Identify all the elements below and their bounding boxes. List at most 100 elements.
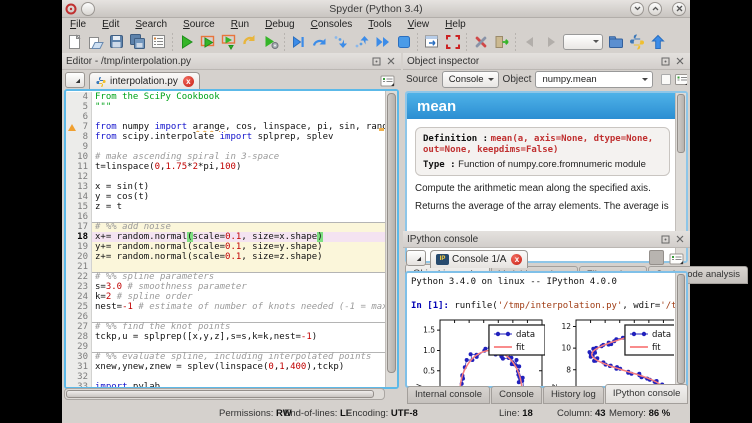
back-button[interactable] — [519, 32, 540, 52]
close-tab-icon[interactable]: x — [183, 76, 194, 87]
menu-search[interactable]: Search — [127, 19, 175, 30]
code-line-14[interactable]: 14y = cos(t) — [66, 192, 385, 202]
code-line-15[interactable]: 15z = t — [66, 202, 385, 212]
code-line-21[interactable]: 21 — [66, 262, 385, 272]
menu-help[interactable]: Help — [437, 19, 474, 30]
editor-options-icon[interactable] — [379, 74, 397, 87]
run-button[interactable] — [176, 32, 197, 52]
menu-run[interactable]: Run — [223, 19, 257, 30]
editor-vertical-scrollbar[interactable] — [385, 91, 397, 387]
code-line-6[interactable]: 6 — [66, 112, 385, 122]
code-line-9[interactable]: 9 — [66, 142, 385, 152]
titlebar[interactable]: Spyder (Python 3.4) — [62, 0, 690, 18]
code-line-13[interactable]: 13x = sin(t) — [66, 182, 385, 192]
code-line-18[interactable]: 18x+= random.normal(scale=0.1, size=x.sh… — [66, 232, 385, 242]
tab-console[interactable]: Console — [491, 386, 542, 404]
tab-internal-console[interactable]: Internal console — [407, 386, 490, 404]
menu-file[interactable]: File — [62, 19, 94, 30]
code-line-27[interactable]: 27# %% find the knot points — [66, 322, 385, 332]
console-dir-button[interactable] — [626, 32, 647, 52]
show-source-icon[interactable] — [660, 74, 672, 86]
browse-tabs-button[interactable] — [406, 250, 426, 266]
run-cell-button[interactable] — [197, 32, 218, 52]
run-cell-advance-button[interactable] — [218, 32, 239, 52]
debug-button[interactable] — [288, 32, 309, 52]
stop-button[interactable] — [393, 32, 414, 52]
step-out-button[interactable] — [351, 32, 372, 52]
open-file-button[interactable] — [85, 32, 106, 52]
console-dock-tabs: Internal consoleConsoleHistory logIPytho… — [403, 388, 690, 404]
menu-edit[interactable]: Edit — [94, 19, 127, 30]
code-line-4[interactable]: 4From the SciPy Cookbook — [66, 92, 385, 102]
console-options-icon[interactable] — [668, 252, 686, 265]
console-tab[interactable]: IP Console 1/A x — [430, 250, 528, 268]
code-line-30[interactable]: 30# %% evaluate spline, including interp… — [66, 352, 385, 362]
run-config-button[interactable] — [260, 32, 281, 52]
close-button[interactable] — [672, 2, 686, 16]
undock-icon[interactable] — [370, 55, 382, 67]
working-directory-combo[interactable] — [563, 34, 603, 50]
editor-tab[interactable]: interpolation.py x — [89, 72, 200, 90]
new-file-button[interactable] — [64, 32, 85, 52]
close-panel-icon[interactable] — [674, 55, 686, 67]
options-menu-icon[interactable] — [675, 74, 687, 86]
source-combobox[interactable]: Console — [442, 71, 499, 88]
close-panel-icon[interactable] — [385, 55, 397, 67]
preferences-button[interactable] — [470, 32, 491, 52]
rerun-cell-button[interactable] — [239, 32, 260, 52]
close-tab-icon[interactable]: x — [511, 254, 522, 265]
object-combobox[interactable]: numpy.mean — [535, 71, 653, 88]
console-output[interactable]: Python 3.4.0 on linux -- IPython 4.0.0In… — [405, 271, 688, 388]
close-panel-icon[interactable] — [674, 233, 686, 245]
code-line-26[interactable]: 26 — [66, 312, 385, 322]
maximize-pane-button[interactable] — [421, 32, 442, 52]
line-number: 24 — [66, 292, 92, 302]
browse-tabs-button[interactable] — [65, 72, 85, 88]
code-line-8[interactable]: 8from scipy.interpolate import splprep, … — [66, 132, 385, 142]
shade-button[interactable] — [81, 2, 95, 16]
code-editor[interactable]: 4From the SciPy Cookbook5"""67from numpy… — [64, 89, 399, 389]
editor-horizontal-scrollbar[interactable] — [64, 388, 385, 400]
undock-icon[interactable] — [659, 233, 671, 245]
code-line-22[interactable]: 22# %% spline parameters — [66, 272, 385, 282]
file-switcher-button[interactable] — [148, 32, 169, 52]
code-line-25[interactable]: 25nest=-1 # estimate of number of knots … — [66, 302, 385, 312]
code-line-29[interactable]: 29 — [66, 342, 385, 352]
code-line-32[interactable]: 32 — [66, 372, 385, 382]
code-line-7[interactable]: 7from numpy import arange, cos, linspace… — [66, 122, 385, 132]
menu-tools[interactable]: Tools — [360, 19, 399, 30]
code-line-5[interactable]: 5""" — [66, 102, 385, 112]
code-line-12[interactable]: 12 — [66, 172, 385, 182]
code-line-19[interactable]: 19y+= random.normal(scale=0.1, size=y.sh… — [66, 242, 385, 252]
menu-debug[interactable]: Debug — [257, 19, 302, 30]
code-line-31[interactable]: 31xnew,ynew,znew = splev(linspace(0,1,40… — [66, 362, 385, 372]
code-line-24[interactable]: 24k=2 # spline order — [66, 292, 385, 302]
tab-ipython-console[interactable]: IPython console — [605, 384, 689, 404]
tab-history-log[interactable]: History log — [543, 386, 604, 404]
step-over-button[interactable] — [309, 32, 330, 52]
console-scrollbar[interactable] — [675, 273, 686, 386]
code-line-28[interactable]: 28tckp,u = splprep([x,y,z],s=s,k=k,nest=… — [66, 332, 385, 342]
menu-view[interactable]: View — [400, 19, 438, 30]
save-button[interactable] — [106, 32, 127, 52]
undock-icon[interactable] — [659, 55, 671, 67]
interrupt-kernel-icon[interactable] — [649, 250, 664, 265]
code-line-17[interactable]: 17# %% add noise — [66, 222, 385, 232]
parent-dir-button[interactable] — [647, 32, 668, 52]
code-line-20[interactable]: 20z+= random.normal(scale=0.1, size=z.sh… — [66, 252, 385, 262]
code-line-11[interactable]: 11t=linspace(0,1.75*2*pi,100) — [66, 162, 385, 172]
code-line-10[interactable]: 10# make ascending spiral in 3-space — [66, 152, 385, 162]
minimize-button[interactable] — [630, 2, 644, 16]
fullscreen-button[interactable] — [442, 32, 463, 52]
menu-consoles[interactable]: Consoles — [303, 19, 361, 30]
maximize-button[interactable] — [648, 2, 662, 16]
forward-button[interactable] — [540, 32, 561, 52]
step-into-button[interactable] — [330, 32, 351, 52]
pythonpath-button[interactable] — [491, 32, 512, 52]
code-line-16[interactable]: 16 — [66, 212, 385, 222]
code-line-23[interactable]: 23s=3.0 # smoothness parameter — [66, 282, 385, 292]
continue-button[interactable] — [372, 32, 393, 52]
browse-dir-button[interactable] — [605, 32, 626, 52]
save-all-button[interactable] — [127, 32, 148, 52]
menu-source[interactable]: Source — [175, 19, 223, 30]
